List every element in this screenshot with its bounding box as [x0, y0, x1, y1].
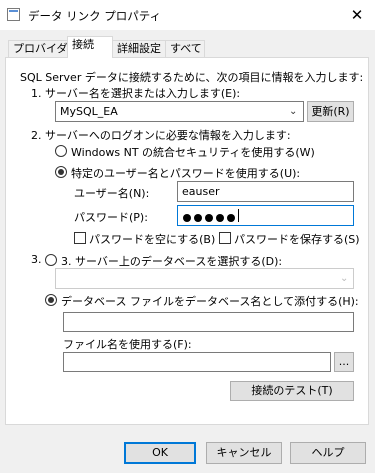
username-value: eauser	[182, 185, 220, 198]
blank-password-checkbox[interactable]	[74, 232, 86, 244]
select-db-label: 3. サーバー上のデータベースを選択する(D):	[61, 255, 283, 268]
text-caret	[238, 209, 239, 222]
tab-provider[interactable]: プロバイダー	[8, 40, 79, 57]
attach-file-input[interactable]	[63, 312, 354, 332]
intro-text: SQL Server データに接続するために、次の項目に情報を入力します:	[20, 71, 364, 84]
username-label: ユーザー名(N):	[74, 187, 150, 200]
specific-user-radio[interactable]	[55, 166, 67, 178]
attach-file-radio[interactable]	[45, 294, 57, 306]
cancel-button[interactable]: キャンセル	[206, 442, 282, 464]
tab-connection[interactable]: 接続	[67, 36, 113, 58]
specific-user-label: 特定のユーザー名とパスワードを使用する(U):	[71, 167, 301, 180]
windows-auth-label: Windows NT の統合セキュリティを使用する(W)	[71, 146, 315, 159]
browse-button[interactable]: ...	[334, 352, 354, 372]
tab-advanced[interactable]: 詳細設定	[112, 40, 166, 57]
password-mask	[183, 211, 238, 224]
save-password-label: パスワードを保存する(S)	[234, 233, 360, 246]
server-name-value: MySQL_EA	[60, 105, 118, 118]
chevron-down-icon[interactable]: ⌄	[340, 273, 348, 284]
app-icon	[7, 8, 20, 21]
password-label: パスワード(P):	[74, 211, 148, 224]
window-title: データ リンク プロパティ	[28, 9, 162, 23]
help-button[interactable]: ヘルプ	[290, 442, 366, 464]
select-db-number: 3.	[31, 253, 42, 266]
database-combo[interactable]: ⌄	[55, 268, 354, 289]
attach-file-label: データベース ファイルをデータベース名として添付する(H):	[61, 295, 359, 308]
ok-button[interactable]: OK	[124, 442, 196, 464]
windows-auth-radio[interactable]	[55, 145, 67, 157]
test-connection-button[interactable]: 接続のテスト(T)	[230, 381, 354, 401]
refresh-button[interactable]: 更新(R)	[307, 101, 354, 122]
server-name-label: 1. サーバー名を選択または入力します(E):	[31, 87, 241, 100]
close-icon[interactable]: ✕	[346, 5, 368, 25]
tab-all[interactable]: すべて	[165, 40, 205, 57]
save-password-checkbox[interactable]	[219, 232, 231, 244]
blank-password-label: パスワードを空にする(B)	[89, 233, 216, 246]
server-name-combo[interactable]: MySQL_EA ⌄	[55, 101, 304, 122]
chevron-down-icon[interactable]: ⌄	[289, 106, 297, 117]
filename-input[interactable]	[63, 352, 331, 372]
use-filename-label: ファイル名を使用する(F):	[63, 338, 192, 351]
password-input[interactable]	[177, 205, 354, 226]
select-db-radio[interactable]	[45, 254, 57, 266]
username-input[interactable]: eauser	[177, 181, 354, 202]
logon-info-label: 2. サーバーへのログオンに必要な情報を入力します:	[31, 129, 291, 142]
